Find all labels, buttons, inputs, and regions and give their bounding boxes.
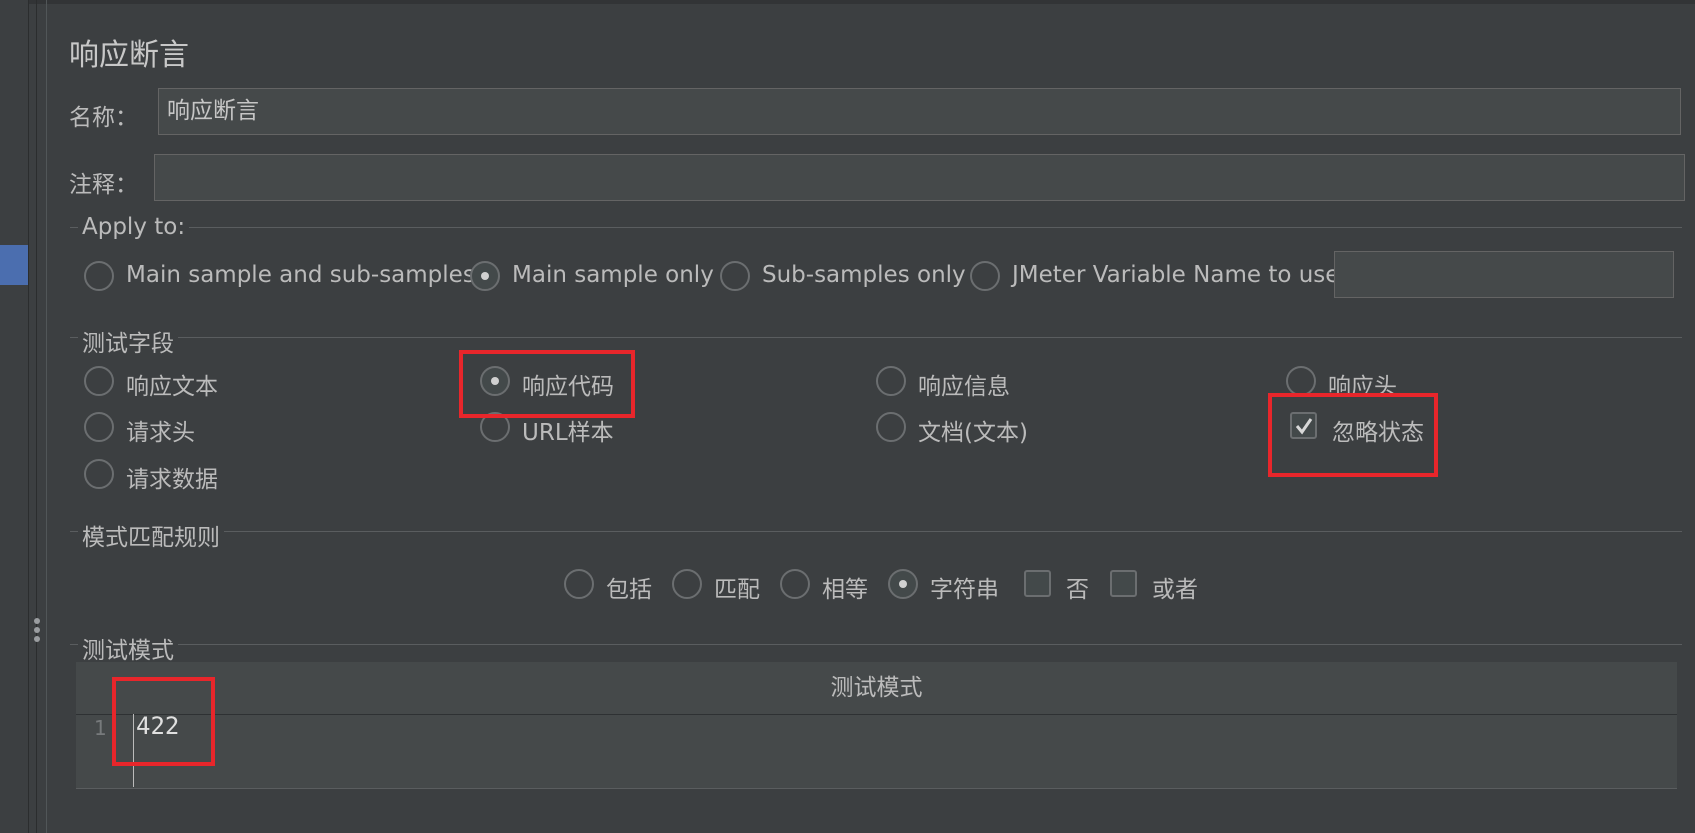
not-checkbox[interactable]: [1024, 570, 1051, 597]
radio-main-and-sub[interactable]: [84, 261, 114, 291]
radio-document-text[interactable]: [876, 412, 906, 442]
radio-substring[interactable]: [888, 569, 918, 599]
option-label: URL样本: [522, 420, 614, 446]
radio-main-only[interactable]: [470, 261, 500, 291]
panel-title: 响应断言: [69, 38, 189, 73]
option-label: 匹配: [714, 577, 760, 603]
name-label: 名称：: [69, 105, 138, 131]
highlight-ignore-status: [1268, 393, 1438, 477]
option-label: 响应文本: [126, 374, 218, 400]
option-label: 字符串: [930, 577, 999, 603]
apply-to-divider: [70, 227, 1682, 228]
test-patterns-divider: [70, 644, 1682, 645]
option-label: 文档(文本): [918, 420, 1028, 446]
option-label: 请求头: [126, 420, 195, 446]
option-label: 或者: [1152, 577, 1198, 603]
radio-jmeter-variable[interactable]: [970, 261, 1000, 291]
splitter[interactable]: [36, 0, 37, 833]
radio-contains[interactable]: [564, 569, 594, 599]
or-checkbox[interactable]: [1110, 570, 1137, 597]
option-label: 包括: [606, 577, 652, 603]
option-label: Main sample only: [512, 262, 714, 288]
name-input[interactable]: 响应断言: [158, 88, 1681, 135]
pattern-rules-title: 模式匹配规则: [78, 518, 224, 552]
test-field-divider: [70, 337, 1682, 338]
option-label: 请求数据: [126, 467, 218, 493]
radio-response-headers[interactable]: [1286, 366, 1316, 396]
option-label: 响应信息: [918, 374, 1010, 400]
jmeter-variable-input[interactable]: [1334, 251, 1674, 298]
radio-matches[interactable]: [672, 569, 702, 599]
option-label: JMeter Variable Name to use: [1012, 262, 1340, 288]
radio-response-text[interactable]: [84, 366, 114, 396]
radio-request-data[interactable]: [84, 459, 114, 489]
row-number: 1: [94, 716, 107, 740]
patterns-table-body[interactable]: [76, 715, 1677, 789]
radio-equals[interactable]: [780, 569, 810, 599]
splitter-handle-icon[interactable]: [34, 618, 40, 648]
option-label: Main sample and sub-samples: [126, 262, 475, 288]
pattern-rules-divider: [70, 531, 1682, 532]
option-label: 否: [1066, 577, 1089, 603]
highlight-pattern-value: [112, 677, 215, 766]
top-border: [0, 0, 1695, 4]
option-label: 相等: [822, 577, 868, 603]
left-tree-panel[interactable]: [0, 0, 29, 833]
highlight-response-code: [459, 350, 635, 418]
splitter-edge: [46, 0, 47, 833]
column-header: 测试模式: [830, 675, 923, 701]
radio-response-message[interactable]: [876, 366, 906, 396]
comment-input[interactable]: [154, 154, 1685, 201]
test-patterns-title: 测试模式: [78, 631, 178, 665]
comment-label: 注释：: [69, 172, 138, 198]
test-field-title: 测试字段: [78, 324, 178, 358]
radio-request-headers[interactable]: [84, 412, 114, 442]
tree-selection-indicator: [0, 245, 28, 285]
option-label: Sub-samples only: [762, 262, 966, 288]
patterns-table-header[interactable]: 测试模式: [76, 662, 1677, 715]
radio-sub-only[interactable]: [720, 261, 750, 291]
apply-to-title: Apply to:: [78, 214, 190, 240]
